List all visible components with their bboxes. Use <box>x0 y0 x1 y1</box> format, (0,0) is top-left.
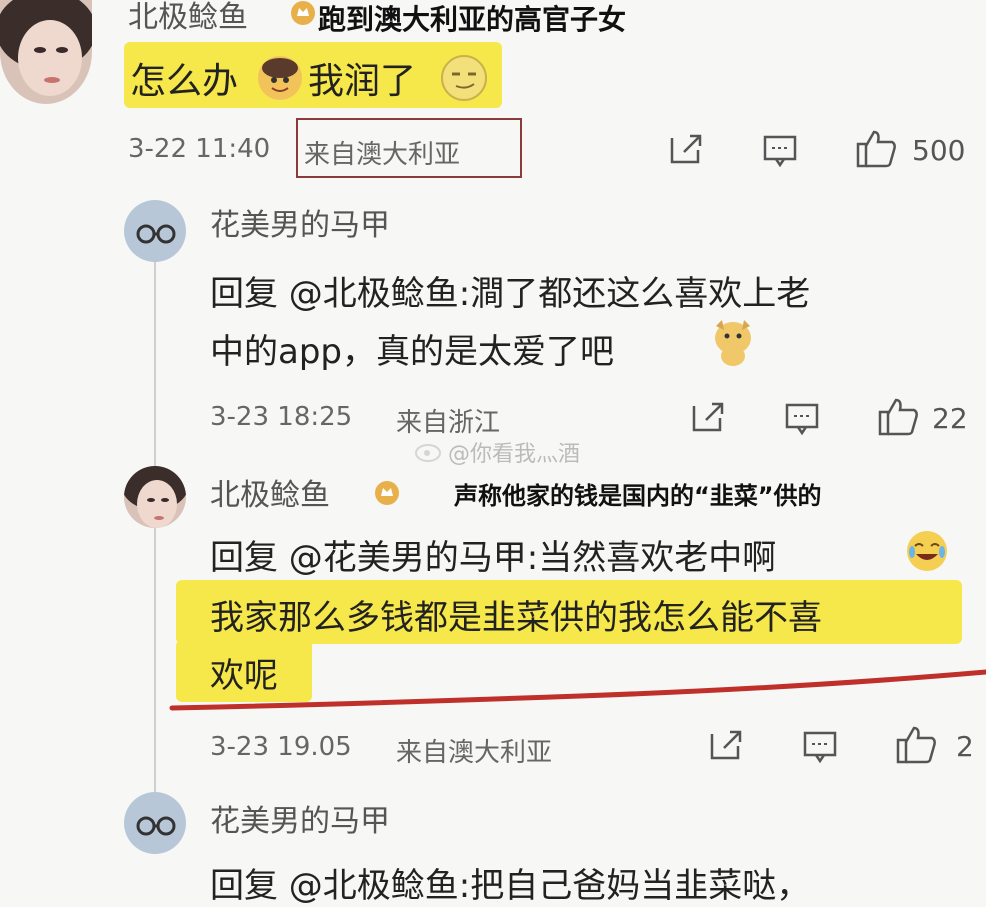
reply-text-line1: 回复 @北极鲶鱼:澗了都还这么喜欢上老 <box>210 274 811 314</box>
location: 来自澳大利亚 <box>304 140 461 170</box>
comment-icon[interactable] <box>762 134 798 172</box>
laughing-crying-emoji-icon <box>906 530 948 572</box>
like-count: 2 <box>956 730 974 763</box>
like-count: 500 <box>912 134 966 167</box>
share-icon[interactable] <box>668 132 704 170</box>
smirk-emoji-icon <box>440 54 488 102</box>
dog-emoji-icon <box>712 318 754 366</box>
avatar-user-4[interactable] <box>124 792 186 854</box>
like-count: 22 <box>932 402 968 435</box>
reply-text-line1: 回复 @北极鲶鱼:把自己爸妈当韭菜哒， <box>210 866 811 906</box>
watermark: @你看我灬酒 <box>448 442 581 467</box>
timestamp: 3-23 18:25 <box>210 402 353 432</box>
comment-text-b: 我润了 <box>308 61 417 102</box>
like-icon[interactable] <box>854 128 898 172</box>
comment-text-a: 怎么办 <box>130 61 239 102</box>
username[interactable]: 北极鲶鱼 <box>128 0 248 36</box>
vip-badge-icon <box>374 480 400 506</box>
username[interactable]: 花美男的马甲 <box>210 200 390 244</box>
avatar-user-1[interactable] <box>0 0 92 104</box>
vip-badge-icon <box>290 0 316 26</box>
reply-text-line1: 回复 @花美男的马甲:当然喜欢老中啊 <box>210 538 777 578</box>
avatar-user-3[interactable] <box>124 466 186 528</box>
weibo-logo-icon <box>414 438 444 466</box>
reply-text-line2: 中的app，真的是太爱了吧 <box>210 332 614 372</box>
tagline: 跑到澳大利亚的高官子女 <box>318 3 627 36</box>
username[interactable]: 花美男的马甲 <box>210 796 390 840</box>
share-icon[interactable] <box>690 400 726 438</box>
red-underline <box>169 669 986 711</box>
reply-text-line2: 我家那么多钱都是韭菜供的我怎么能不喜 <box>210 598 822 638</box>
avatar-user-2[interactable] <box>124 200 186 262</box>
tagline: 声称他家的钱是国内的“韭菜”供的 <box>454 482 822 510</box>
comment-icon[interactable] <box>802 730 838 768</box>
comment-icon[interactable] <box>784 402 820 440</box>
location: 来自澳大利亚 <box>396 738 553 768</box>
username[interactable]: 北极鲶鱼 <box>210 470 330 514</box>
timestamp: 3-23 19.05 <box>210 732 352 762</box>
location: 来自浙江 <box>396 408 501 438</box>
like-icon[interactable] <box>876 396 920 440</box>
timestamp: 3-22 11:40 <box>128 134 271 164</box>
like-icon[interactable] <box>894 724 938 768</box>
crying-emoji-icon <box>258 56 302 100</box>
share-icon[interactable] <box>708 728 744 766</box>
